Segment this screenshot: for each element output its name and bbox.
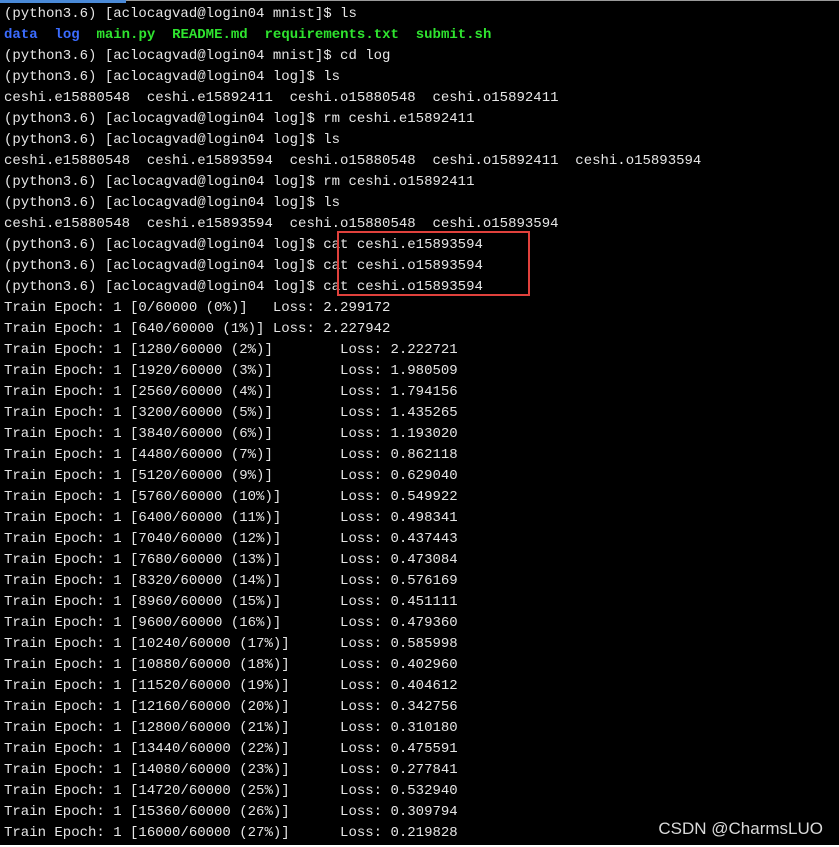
prompt-line: (python3.6) [aclocagvad@login04 mnist]$ … [4,48,391,64]
output-line: Train Epoch: 1 [5760/60000 (10%)] Loss: … [4,489,458,505]
output-line: ceshi.e15880548 ceshi.e15892411 ceshi.o1… [4,90,559,106]
output-line: Train Epoch: 1 [3200/60000 (5%)] Loss: 1… [4,405,458,421]
output-line: Train Epoch: 1 [10240/60000 (17%)] Loss:… [4,636,458,652]
file-entry: submit.sh [415,27,492,43]
output-line: Train Epoch: 1 [4480/60000 (7%)] Loss: 0… [4,447,458,463]
output-line: Train Epoch: 1 [7680/60000 (13%)] Loss: … [4,552,458,568]
output-line: Train Epoch: 1 [3840/60000 (6%)] Loss: 1… [4,426,458,442]
output-line: Train Epoch: 1 [2560/60000 (4%)] Loss: 1… [4,384,458,400]
output-line: Train Epoch: 1 [640/60000 (1%)] Loss: 2.… [4,321,391,337]
highlight-annotation-box [337,231,530,296]
ls-output-line: data log main.py README.md requirements.… [4,25,839,46]
output-line: Train Epoch: 1 [6400/60000 (11%)] Loss: … [4,510,458,526]
prompt-line: (python3.6) [aclocagvad@login04 log]$ rm… [4,174,475,190]
prompt-line: (python3.6) [aclocagvad@login04 log]$ ls [4,69,341,85]
terminal-output: (python3.6) [aclocagvad@login04 mnist]$ … [4,4,839,844]
output-line: Train Epoch: 1 [1920/60000 (3%)] Loss: 1… [4,363,458,379]
output-line: Train Epoch: 1 [9600/60000 (16%)] Loss: … [4,615,458,631]
output-line: Train Epoch: 1 [0/60000 (0%)] Loss: 2.29… [4,300,391,316]
file-entry: README.md [172,27,248,43]
prompt-line: (python3.6) [aclocagvad@login04 log]$ rm… [4,111,475,127]
output-line: Train Epoch: 1 [1280/60000 (2%)] Loss: 2… [4,342,458,358]
terminal-window[interactable]: (python3.6) [aclocagvad@login04 mnist]$ … [0,0,839,845]
prompt-line: (python3.6) [aclocagvad@login04 log]$ ls [4,132,341,148]
active-tab-indicator [0,0,126,3]
output-line: Train Epoch: 1 [10880/60000 (18%)] Loss:… [4,657,458,673]
output-line: Train Epoch: 1 [8320/60000 (14%)] Loss: … [4,573,458,589]
output-line: Train Epoch: 1 [14720/60000 (25%)] Loss:… [4,783,458,799]
output-line: Train Epoch: 1 [12160/60000 (20%)] Loss:… [4,699,458,715]
prompt-line: (python3.6) [aclocagvad@login04 mnist]$ … [4,6,357,22]
watermark: CSDN @CharmsLUO [658,819,823,838]
output-line: Train Epoch: 1 [12800/60000 (21%)] Loss:… [4,720,458,736]
file-entry: requirements.txt [264,27,399,43]
output-line: Train Epoch: 1 [14080/60000 (23%)] Loss:… [4,762,458,778]
output-line: ceshi.e15880548 ceshi.e15893594 ceshi.o1… [4,153,702,169]
output-line: Train Epoch: 1 [13440/60000 (22%)] Loss:… [4,741,458,757]
directory-entry: log [54,27,80,43]
output-line: Train Epoch: 1 [5120/60000 (9%)] Loss: 0… [4,468,458,484]
prompt-line: (python3.6) [aclocagvad@login04 log]$ ls [4,195,341,211]
directory-entry: data [4,27,38,43]
output-line: Train Epoch: 1 [11520/60000 (19%)] Loss:… [4,678,458,694]
output-line: Train Epoch: 1 [7040/60000 (12%)] Loss: … [4,531,458,547]
file-entry: main.py [96,27,156,43]
output-line: Train Epoch: 1 [8960/60000 (15%)] Loss: … [4,594,458,610]
